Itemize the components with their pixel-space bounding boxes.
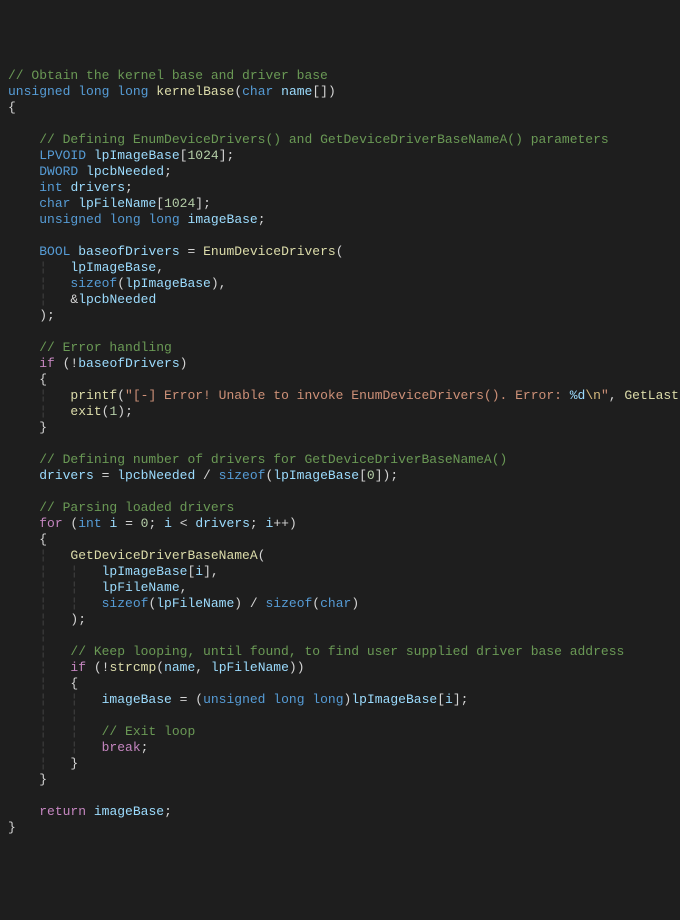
- code-line: ¦ sizeof(lpImageBase),: [8, 276, 672, 292]
- code-line: ¦ printf("[-] Error! Unable to invoke En…: [8, 388, 672, 404]
- code-line: ¦: [8, 628, 672, 644]
- code-line: [8, 228, 672, 244]
- code-line: [8, 436, 672, 452]
- code-line: // Obtain the kernel base and driver bas…: [8, 68, 672, 84]
- code-line: ¦ if (!strcmp(name, lpFileName)): [8, 660, 672, 676]
- code-line: [8, 788, 672, 804]
- code-line: ¦ ¦ break;: [8, 740, 672, 756]
- code-line: LPVOID lpImageBase[1024];: [8, 148, 672, 164]
- code-line: [8, 484, 672, 500]
- code-line: {: [8, 100, 672, 116]
- code-line: // Error handling: [8, 340, 672, 356]
- code-line: BOOL baseofDrivers = EnumDeviceDrivers(: [8, 244, 672, 260]
- code-line: // Defining number of drivers for GetDev…: [8, 452, 672, 468]
- code-line: drivers = lpcbNeeded / sizeof(lpImageBas…: [8, 468, 672, 484]
- code-line: DWORD lpcbNeeded;: [8, 164, 672, 180]
- code-line: ¦ // Keep looping, until found, to find …: [8, 644, 672, 660]
- code-line: char lpFileName[1024];: [8, 196, 672, 212]
- code-line: for (int i = 0; i < drivers; i++): [8, 516, 672, 532]
- code-line: return imageBase;: [8, 804, 672, 820]
- code-line: ¦ ¦ lpImageBase[i],: [8, 564, 672, 580]
- code-line: ¦ GetDeviceDriverBaseNameA(: [8, 548, 672, 564]
- code-line: ¦ lpImageBase,: [8, 260, 672, 276]
- code-block: // Obtain the kernel base and driver bas…: [8, 68, 672, 836]
- code-line: ¦ );: [8, 612, 672, 628]
- code-line: }: [8, 820, 672, 836]
- code-line: {: [8, 372, 672, 388]
- code-line: if (!baseofDrivers): [8, 356, 672, 372]
- code-line: unsigned long long imageBase;: [8, 212, 672, 228]
- code-line: {: [8, 532, 672, 548]
- code-line: }: [8, 772, 672, 788]
- code-line: ¦ &lpcbNeeded: [8, 292, 672, 308]
- code-line: ¦ ¦ imageBase = (unsigned long long)lpIm…: [8, 692, 672, 708]
- code-line: // Defining EnumDeviceDrivers() and GetD…: [8, 132, 672, 148]
- code-line: int drivers;: [8, 180, 672, 196]
- code-line: // Parsing loaded drivers: [8, 500, 672, 516]
- code-line: [8, 324, 672, 340]
- code-line: ¦ ¦ lpFileName,: [8, 580, 672, 596]
- code-line: ¦ ¦ // Exit loop: [8, 724, 672, 740]
- code-line: );: [8, 308, 672, 324]
- code-line: [8, 116, 672, 132]
- code-line: }: [8, 420, 672, 436]
- code-line: ¦ exit(1);: [8, 404, 672, 420]
- code-line: ¦ ¦: [8, 708, 672, 724]
- code-line: unsigned long long kernelBase(char name[…: [8, 84, 672, 100]
- code-line: ¦ }: [8, 756, 672, 772]
- code-line: ¦ {: [8, 676, 672, 692]
- code-line: ¦ ¦ sizeof(lpFileName) / sizeof(char): [8, 596, 672, 612]
